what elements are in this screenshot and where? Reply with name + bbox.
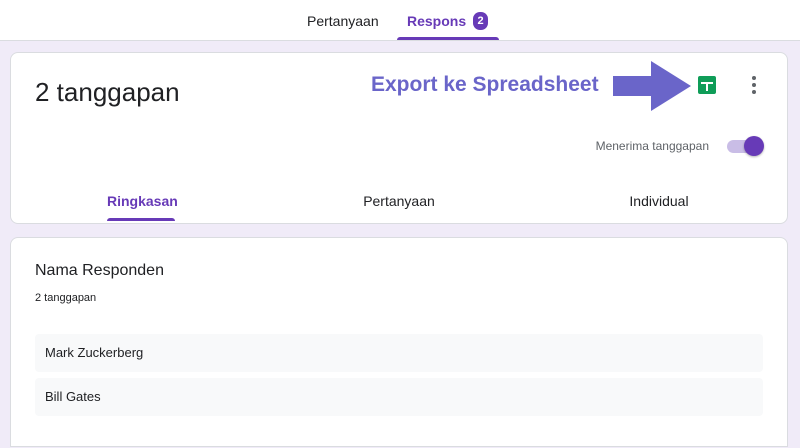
more-options-button[interactable] xyxy=(747,73,761,97)
top-tab-bar: Pertanyaan Respons 2 xyxy=(0,0,800,41)
answer-row: Bill Gates xyxy=(35,378,763,416)
toggle-knob xyxy=(744,136,764,156)
tab-questions-view[interactable]: Pertanyaan xyxy=(351,193,447,209)
tab-summary[interactable]: Ringkasan xyxy=(107,193,178,209)
question-response-count: 2 tanggapan xyxy=(35,292,97,304)
create-spreadsheet-button[interactable] xyxy=(697,75,717,95)
responses-count-badge: 2 xyxy=(473,12,488,30)
active-subtab-indicator xyxy=(107,218,175,221)
accepting-responses-toggle[interactable] xyxy=(727,135,765,157)
more-vert-icon xyxy=(752,76,756,94)
tab-questions-label: Pertanyaan xyxy=(307,13,379,29)
annotation-arrow-icon xyxy=(613,61,691,111)
question-title: Nama Responden xyxy=(35,262,164,279)
responses-header-card: 2 tanggapan Export ke Spreadsheet Meneri… xyxy=(10,52,788,224)
answer-row: Mark Zuckerberg xyxy=(35,334,763,372)
active-tab-indicator xyxy=(397,37,499,40)
response-count-title: 2 tanggapan xyxy=(35,77,180,107)
export-annotation-label: Export ke Spreadsheet xyxy=(371,73,599,96)
tab-responses[interactable]: Respons 2 xyxy=(397,0,499,40)
tab-questions[interactable]: Pertanyaan xyxy=(307,0,379,40)
tab-individual[interactable]: Individual xyxy=(611,193,707,209)
question-summary-card: Nama Responden 2 tanggapan Mark Zuckerbe… xyxy=(10,237,788,447)
accepting-responses-label: Menerima tanggapan xyxy=(595,139,709,153)
google-sheets-icon xyxy=(698,76,716,94)
